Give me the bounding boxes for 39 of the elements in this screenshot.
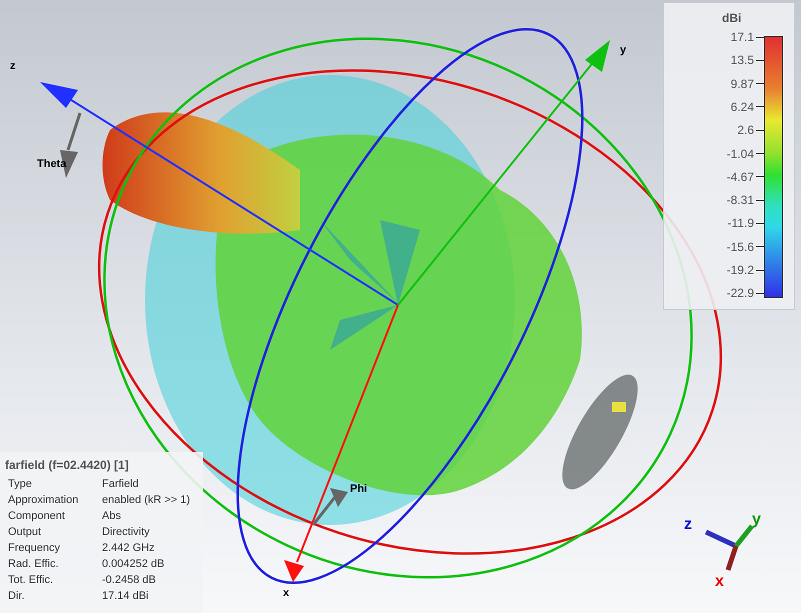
info-label: Component [8,509,66,524]
axis-label: x [283,586,290,601]
legend-tick-label: -22.9 [726,286,754,300]
axis-label: y [620,43,626,58]
info-label: Approximation [8,493,80,508]
info-value: Directivity [102,525,150,540]
info-label: Tot. Effic. [8,573,54,588]
legend-tick-label: -8.31 [726,193,754,208]
legend-unit: dBi [722,10,742,27]
triad-axis-label: x [715,572,724,592]
info-value: Abs [102,509,121,524]
info-title: farfield (f=02.4420) [1] [5,457,130,474]
legend-tick-label: -15.6 [726,240,754,254]
triad-axis-label: y [752,510,761,530]
info-label: Frequency [8,541,61,556]
info-label: Rad. Effic. [8,557,60,572]
info-value: 2.442 GHz [102,541,155,556]
phi-arrow-icon [312,488,348,526]
axis-label: z [10,59,16,74]
legend-tick-label: 13.5 [730,53,754,68]
legend-tick-label: -11.9 [728,216,754,230]
legend-tick-label: -1.04 [726,146,754,160]
info-value: 0.004252 dB [102,557,164,572]
triad-axis-label: z [684,515,692,535]
info-label: Output [8,525,42,540]
info-value: Farfield [102,477,139,492]
info-value: 17.14 dBi [102,589,148,604]
legend-tick-label: 17.1 [730,30,754,44]
angle-label: Phi [350,482,368,497]
legend-tick-label: -19.2 [726,263,754,277]
legend-tick-label: 6.24 [730,100,754,114]
info-value: enabled (kR >> 1) [102,493,190,508]
legend-tick-label: 2.6 [737,123,754,138]
legend-tick-label: 9.87 [730,76,754,91]
legend-tick-label: -4.67 [726,170,754,184]
info-label: Type [8,477,33,492]
angle-label: Theta [37,157,66,172]
info-value: -0.2458 dB [102,573,156,588]
info-label: Dir. [8,589,26,604]
